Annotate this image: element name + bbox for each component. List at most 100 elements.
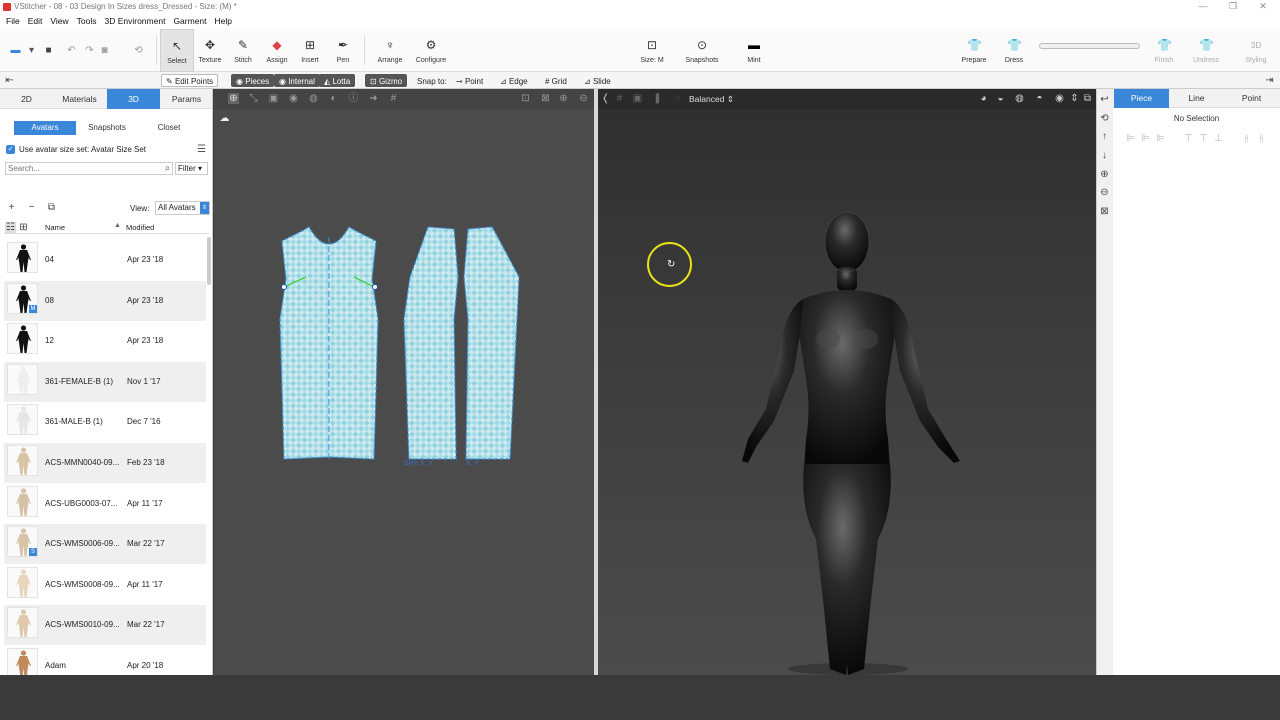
lock-icon[interactable]: ◍	[1014, 93, 1025, 104]
size-selector[interactable]: ⊡ Size: M	[634, 29, 670, 72]
reset-icon[interactable]: ⟲	[133, 45, 144, 56]
pieces-toggle[interactable]: ◉ Pieces	[231, 74, 275, 87]
redo-icon[interactable]: ↷	[84, 45, 95, 56]
distribute-v-icon[interactable]: ⫲	[1256, 133, 1267, 144]
align-bottom-icon[interactable]: ⊥	[1213, 133, 1224, 144]
view-dropdown[interactable]: All Avatars ⇕	[155, 201, 210, 215]
info-icon[interactable]: ⓘ	[348, 93, 359, 104]
texture-tool-button[interactable]: ✥ Texture	[193, 29, 227, 72]
collapse-3d-icon[interactable]: ❬	[600, 93, 611, 104]
prepare-button[interactable]: 👕 Prepare	[956, 29, 992, 72]
insert-tool-button[interactable]: ⊞ Insert	[293, 29, 327, 72]
zoom-in-3d-icon[interactable]: ⊕	[1099, 169, 1110, 180]
folder-dropdown-icon[interactable]: ▾	[26, 45, 37, 56]
camera-icon[interactable]: ◙	[99, 45, 110, 56]
list-options-icon[interactable]: ☰	[196, 144, 207, 155]
column-name-header[interactable]: Name	[45, 223, 65, 232]
lotta-toggle[interactable]: ◭ Lotta	[319, 74, 356, 87]
minimize-icon[interactable]: —	[1188, 0, 1218, 14]
stitch-tool-button[interactable]: ✎ Stitch	[226, 29, 260, 72]
grid-2d-icon[interactable]: #	[388, 93, 399, 104]
front-bodice-piece[interactable]	[279, 226, 379, 460]
list-item[interactable]: 12 Apr 23 '18	[4, 321, 206, 361]
collapse-right-icon[interactable]: ⇥	[1264, 75, 1275, 86]
dart-point-right[interactable]	[372, 284, 378, 290]
tab-2d[interactable]: 2D	[0, 89, 53, 109]
subtab-closet[interactable]: Closet	[138, 121, 200, 135]
list-scrollbar[interactable]	[207, 237, 211, 285]
tab-materials[interactable]: Materials	[53, 89, 106, 109]
snap-point-toggle[interactable]: ⊸ Point	[451, 74, 488, 87]
menu-tools[interactable]: Tools	[73, 14, 101, 29]
gizmo-toggle[interactable]: ⊡ Gizmo	[365, 74, 408, 87]
back-piece-left[interactable]	[403, 226, 459, 460]
undo-icon[interactable]: ↶	[66, 45, 77, 56]
dart-point-left[interactable]	[281, 284, 287, 290]
menu-help[interactable]: Help	[211, 14, 236, 29]
list-item[interactable]: ACS-WMS0008-09... Apr 11 '17	[4, 565, 206, 605]
refresh-icon[interactable]: ◌	[672, 93, 683, 104]
list-item[interactable]: 361-MALE-B (1) Dec 7 '16	[4, 402, 206, 442]
collapse-left-icon[interactable]: ⇤	[4, 75, 15, 86]
view-angle-icon[interactable]: ⇕	[1069, 93, 1080, 104]
subtab-avatars[interactable]: Avatars	[14, 121, 76, 135]
list-item[interactable]: ACS-UBG0003-07... Apr 11 '17	[4, 484, 206, 524]
arrow-view-icon[interactable]: ➜	[368, 93, 379, 104]
list-item[interactable]: 361-FEMALE-B (1) Nov 1 '17	[4, 361, 206, 402]
align-left-icon[interactable]: ⊫	[1125, 133, 1136, 144]
avatar-set-checkbox[interactable]: ✓	[6, 145, 15, 154]
zoom-fit-icon[interactable]: ⊡	[520, 93, 531, 104]
piece-icon[interactable]: ▣	[268, 93, 279, 104]
fit-view-icon[interactable]: ⊠	[1099, 206, 1110, 217]
tab-line[interactable]: Line	[1169, 89, 1224, 108]
list-view-icon[interactable]: ☷	[5, 222, 16, 233]
fabric-icon[interactable]: ◉	[288, 93, 299, 104]
frame-3d-icon[interactable]: ▣	[632, 93, 643, 104]
rotate-icon[interactable]: ⤡	[248, 93, 259, 104]
mint-selector[interactable]: ▬ Mint	[738, 29, 770, 72]
arrange-tool-button[interactable]: ♆ Arrange	[373, 29, 407, 72]
search-input[interactable]	[5, 162, 173, 175]
camera-3d-icon[interactable]: ◒	[995, 93, 1006, 104]
move-down-icon[interactable]: ↓	[1099, 150, 1110, 161]
menu-edit[interactable]: Edit	[24, 14, 47, 29]
snap-edge-toggle[interactable]: ⊿ Edge	[495, 74, 533, 87]
column-modified-header[interactable]: Modified	[126, 223, 154, 232]
texture-view-icon[interactable]: ◍	[308, 93, 319, 104]
menu-garment[interactable]: Garment	[169, 14, 210, 29]
zoom-out-icon[interactable]: ⊖	[578, 93, 589, 104]
pattern-pieces[interactable]: Sym X, Y X, Y	[214, 109, 594, 675]
align-middle-icon[interactable]: ⊤	[1198, 133, 1209, 144]
list-item[interactable]: M 08 Apr 23 '18	[4, 280, 206, 321]
maximize-view-icon[interactable]: ⧉	[1082, 93, 1093, 104]
environment-icon[interactable]: ◓	[1034, 93, 1045, 104]
tab-3d[interactable]: 3D	[107, 89, 160, 109]
finish-button[interactable]: 👕 Finish	[1147, 29, 1181, 72]
maximize-icon[interactable]: ❐	[1218, 0, 1248, 14]
snapshots-selector[interactable]: ⊙ Snapshots	[682, 29, 722, 72]
pen-tool-button[interactable]: ✒ Pen	[326, 29, 360, 72]
menu-view[interactable]: View	[46, 14, 72, 29]
remove-icon[interactable]: −	[26, 202, 37, 213]
list-item[interactable]: ACS-WMS0010-09... Mar 22 '17	[4, 605, 206, 646]
undress-button[interactable]: 👕 Undress	[1188, 29, 1224, 72]
tab-params[interactable]: Params	[160, 89, 212, 109]
move-up-icon[interactable]: ↑	[1099, 131, 1110, 142]
light-icon[interactable]: ◕	[978, 93, 989, 104]
tab-piece[interactable]: Piece	[1114, 89, 1169, 108]
display-settings-icon[interactable]: ◉	[1054, 93, 1065, 104]
select-2d-icon[interactable]: ⊕	[228, 93, 239, 104]
pan-icon[interactable]: ↩	[1099, 94, 1110, 105]
zoom-selection-icon[interactable]: ⊠	[540, 93, 551, 104]
open-folder-icon[interactable]: ▬	[10, 45, 21, 56]
distribute-h-icon[interactable]: ⫲	[1241, 133, 1252, 144]
snap-slide-toggle[interactable]: ⊿ Slide	[579, 74, 616, 87]
tab-point[interactable]: Point	[1224, 89, 1279, 108]
align-center-icon[interactable]: ⊫	[1140, 133, 1151, 144]
avatar-3d-figure[interactable]	[598, 109, 1096, 675]
filter-dropdown[interactable]: Filter ▾	[175, 162, 208, 175]
zoom-out-3d-icon[interactable]: ⊖	[1099, 187, 1110, 198]
styling-button[interactable]: 3D Styling	[1239, 29, 1273, 72]
close-icon[interactable]: ✕	[1248, 0, 1278, 14]
configure-tool-button[interactable]: ⚙ Configure	[414, 29, 448, 72]
